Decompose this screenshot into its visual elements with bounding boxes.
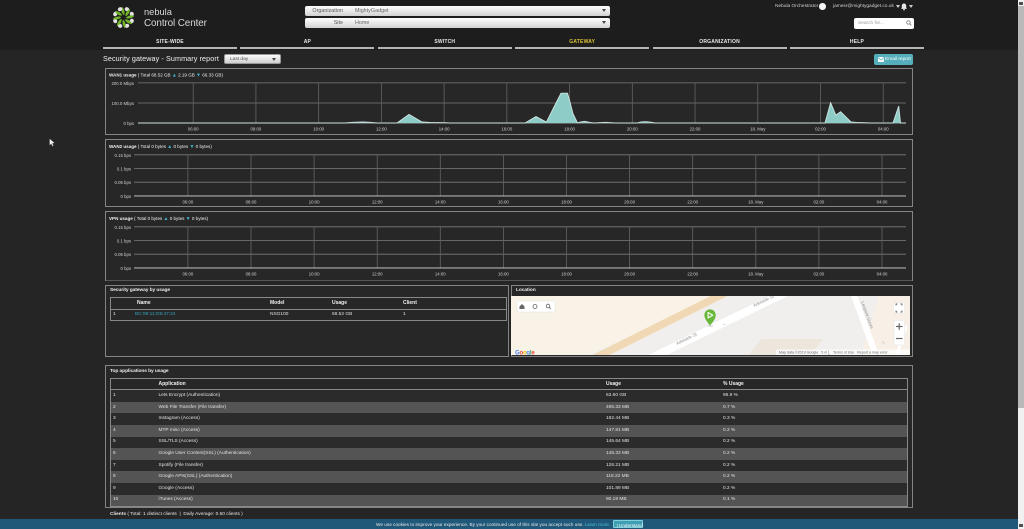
svg-text:20:00: 20:00: [624, 271, 635, 276]
svg-text:02:00: 02:00: [814, 271, 825, 276]
svg-text:18. May: 18. May: [748, 271, 764, 276]
svg-text:12:00: 12:00: [372, 200, 383, 205]
svg-text:↖: ↖: [882, 340, 885, 345]
svg-text:16:00: 16:00: [501, 127, 512, 132]
svg-text:0 bps: 0 bps: [120, 265, 131, 270]
svg-text:22:00: 22:00: [690, 127, 701, 132]
svg-text:0.1 bps: 0.1 bps: [117, 238, 131, 243]
svg-text:200.0 Mbps: 200.0 Mbps: [112, 81, 134, 86]
svg-text:20:00: 20:00: [627, 127, 638, 132]
svg-text:Google: Google: [515, 350, 535, 355]
svg-text:0 bps: 0 bps: [120, 194, 131, 199]
svg-text:06:00: 06:00: [188, 127, 199, 132]
svg-text:18. May: 18. May: [748, 200, 764, 205]
svg-text:0.1 bps: 0.1 bps: [117, 167, 131, 172]
svg-text:10:00: 10:00: [309, 271, 320, 276]
svg-text:14:00: 14:00: [439, 127, 450, 132]
svg-text:10:00: 10:00: [309, 200, 320, 205]
svg-text:0.15 bps: 0.15 bps: [115, 153, 132, 158]
svg-text:06:00: 06:00: [183, 200, 194, 205]
svg-text:18:00: 18:00: [561, 271, 572, 276]
svg-text:0.05 bps: 0.05 bps: [115, 180, 132, 185]
svg-text:04:00: 04:00: [877, 200, 888, 205]
svg-text:10:00: 10:00: [313, 127, 324, 132]
svg-text:14:00: 14:00: [435, 200, 446, 205]
svg-text:←: ←: [722, 321, 727, 326]
svg-text:14:00: 14:00: [435, 271, 446, 276]
svg-text:22:00: 22:00: [687, 271, 698, 276]
svg-text:0.15 bps: 0.15 bps: [115, 224, 132, 229]
svg-text:08:00: 08:00: [246, 271, 257, 276]
svg-text:08:00: 08:00: [246, 200, 257, 205]
svg-text:12:00: 12:00: [376, 127, 387, 132]
svg-text:04:00: 04:00: [878, 127, 889, 132]
svg-text:22:00: 22:00: [687, 200, 698, 205]
svg-text:100.0 Mbps: 100.0 Mbps: [112, 101, 134, 106]
svg-text:08:00: 08:00: [251, 127, 262, 132]
svg-text:12:00: 12:00: [372, 271, 383, 276]
svg-text:02:00: 02:00: [814, 200, 825, 205]
svg-text:18:00: 18:00: [561, 200, 572, 205]
svg-text:18:00: 18:00: [564, 127, 575, 132]
svg-text:Map data ©2019 Google 5 m ⎣: Map data ©2019 Google 5 m ⎣ Terms of Use…: [779, 349, 888, 354]
svg-text:16:00: 16:00: [498, 200, 509, 205]
svg-text:18. May: 18. May: [750, 127, 766, 132]
svg-text:06:00: 06:00: [183, 271, 194, 276]
svg-text:0.05 bps: 0.05 bps: [115, 252, 132, 257]
svg-text:02:00: 02:00: [815, 127, 826, 132]
svg-text:16:00: 16:00: [498, 271, 509, 276]
svg-text:04:00: 04:00: [877, 271, 888, 276]
svg-text:20:00: 20:00: [624, 200, 635, 205]
svg-text:0 bps: 0 bps: [123, 121, 134, 126]
